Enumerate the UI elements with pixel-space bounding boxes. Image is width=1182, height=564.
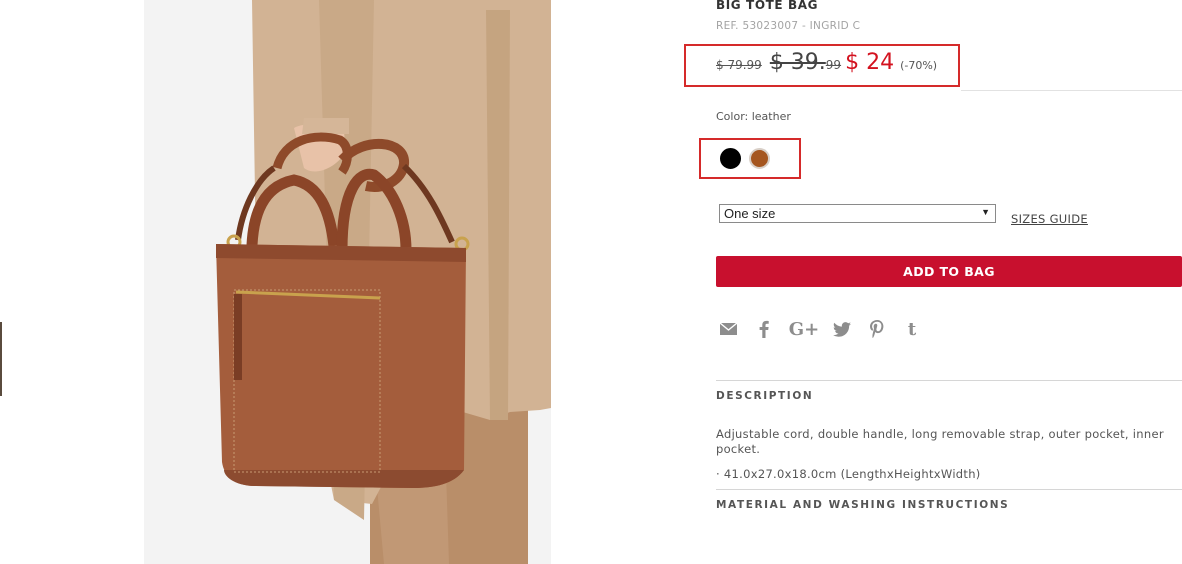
add-to-bag-button[interactable]: ADD TO BAG	[716, 256, 1182, 287]
product-image	[144, 0, 551, 564]
pinterest-icon[interactable]	[868, 319, 886, 339]
original-price: $ 79.99	[716, 58, 762, 72]
google-plus-icon[interactable]: G+	[789, 319, 819, 340]
description-heading[interactable]: DESCRIPTION	[716, 390, 813, 402]
previous-price: $ 39.	[769, 50, 826, 75]
dropdown-arrow-icon: ▼	[981, 207, 990, 217]
price-line: $ 79.99 $ 39. 99 $ 24 (-70%)	[716, 50, 937, 75]
size-select-value: One size	[724, 206, 776, 221]
tumblr-icon[interactable]: t	[904, 319, 920, 340]
previous-price-decimals: 99	[825, 58, 842, 72]
sale-price: $ 24	[845, 50, 895, 75]
material-heading[interactable]: MATERIAL AND WASHING INSTRUCTIONS	[716, 499, 1009, 511]
size-select[interactable]: One size ▼	[719, 204, 996, 223]
sizes-guide-link[interactable]: SIZES GUIDE	[1011, 212, 1088, 226]
discount-badge: (-70%)	[900, 59, 938, 72]
product-title: BIG TOTE BAG	[716, 0, 819, 12]
product-reference: REF. 53023007 - INGRID C	[716, 20, 861, 32]
divider	[961, 90, 1182, 91]
divider	[716, 380, 1182, 381]
description-dimensions: · 41.0x27.0x18.0cm (LengthxHeightxWidth)	[716, 467, 981, 481]
previous-image-edge	[0, 322, 2, 396]
divider	[716, 489, 1182, 490]
color-swatch-leather[interactable]	[749, 148, 770, 169]
color-label: Color: leather	[716, 110, 791, 123]
mail-icon[interactable]	[718, 319, 738, 339]
color-swatch-black[interactable]	[720, 148, 741, 169]
facebook-icon[interactable]	[756, 319, 772, 339]
description-text: Adjustable cord, double handle, long rem…	[716, 427, 1164, 456]
twitter-icon[interactable]	[832, 319, 852, 339]
